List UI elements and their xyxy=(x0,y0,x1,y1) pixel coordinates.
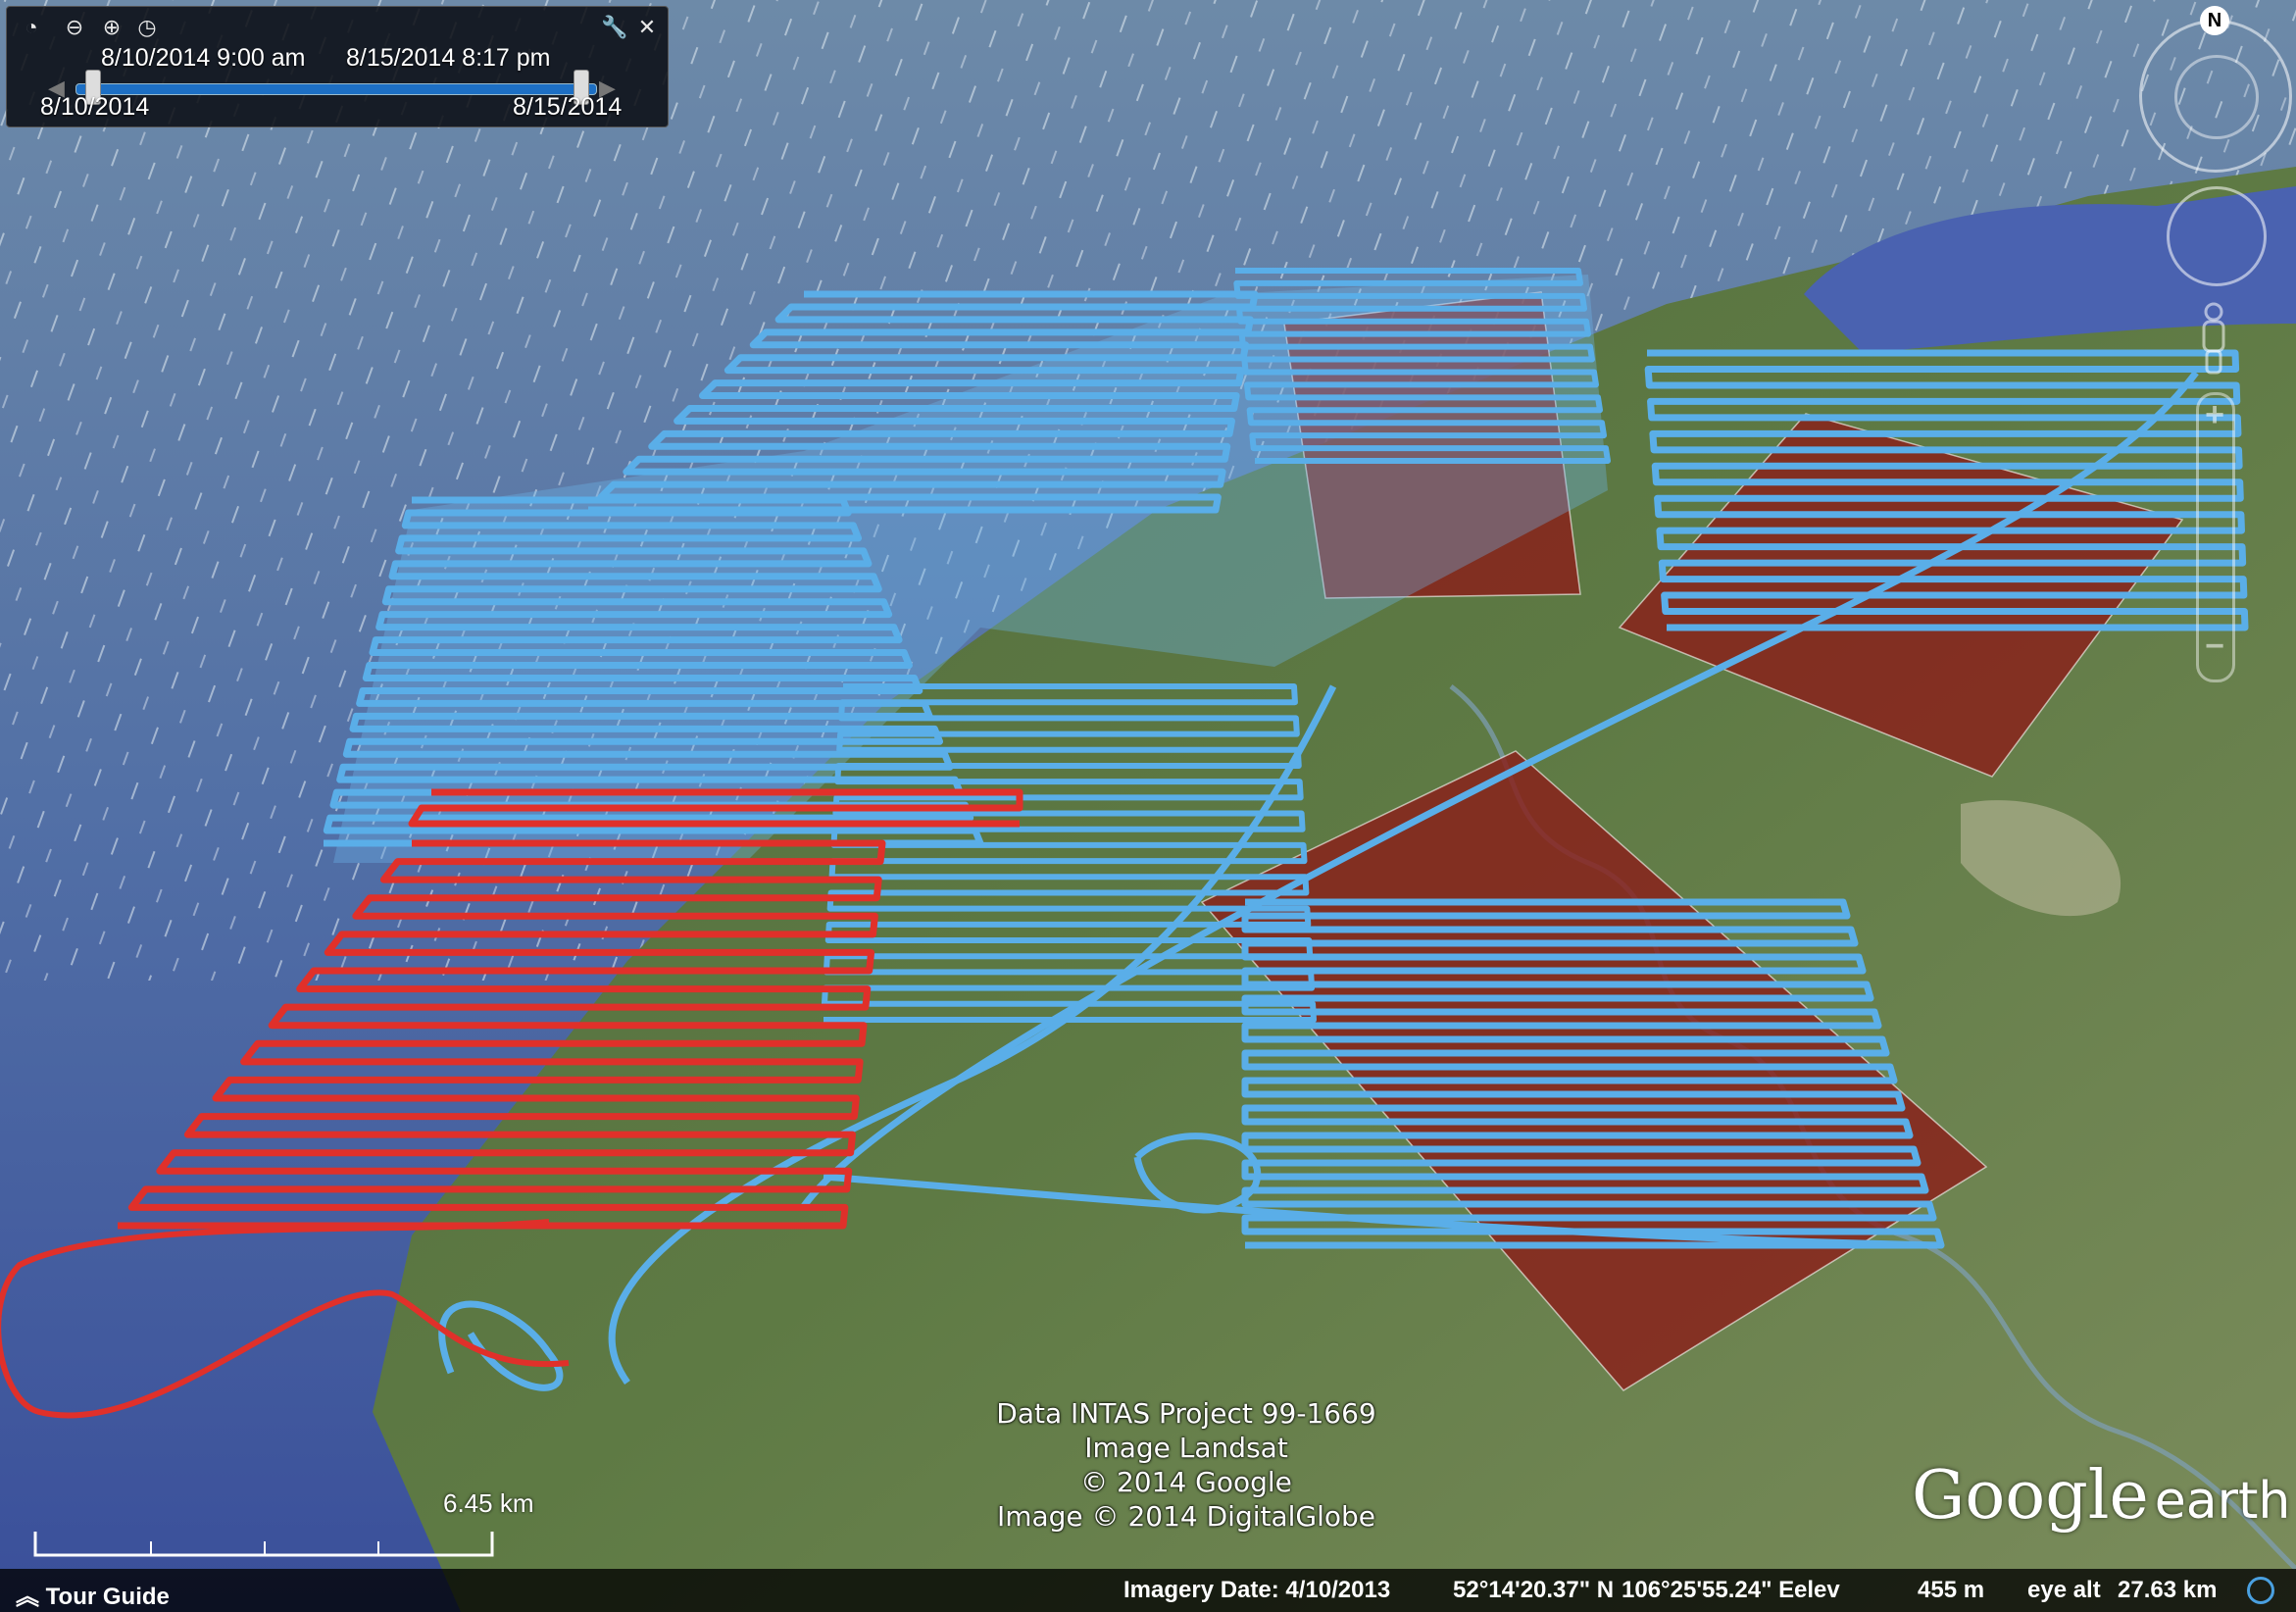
animate-clock-icon[interactable]: ◷ xyxy=(134,15,160,40)
streaming-indicator-icon xyxy=(2247,1577,2274,1604)
eye-alt-label: eye alt xyxy=(2027,1577,2101,1603)
zoom-in-icon[interactable]: ⊕ xyxy=(99,15,125,40)
north-indicator[interactable]: N xyxy=(2200,6,2229,35)
street-view-pegman-icon[interactable] xyxy=(2196,302,2231,377)
end-datetime: 8/15/2014 8:17 pm xyxy=(346,44,551,72)
close-icon[interactable]: ✕ xyxy=(634,15,660,40)
logo-earth: earth xyxy=(2154,1472,2291,1531)
zoom-out-icon[interactable]: ⊖ xyxy=(62,15,87,40)
imagery-attribution: Data INTAS Project 99-1669 Image Landsat… xyxy=(882,1396,1490,1534)
zoom-in-plus-icon[interactable]: + xyxy=(2202,396,2227,434)
scale-label: 6.45 km xyxy=(443,1488,534,1518)
move-joystick[interactable] xyxy=(2167,186,2267,286)
elevation-label: elev xyxy=(1794,1577,1840,1603)
status-bar: ︽ Tour Guide Imagery Date: 4/10/2013 52°… xyxy=(0,1569,2296,1612)
latitude-readout: 52°14'20.37" N xyxy=(1453,1577,1615,1603)
chevron-up-icon: ︽ xyxy=(16,1584,39,1610)
range-start-date: 8/10/2014 xyxy=(40,93,150,121)
start-datetime: 8/10/2014 9:00 am xyxy=(101,44,306,72)
attribution-line: Image Landsat xyxy=(1084,1432,1288,1464)
tour-guide-label: Tour Guide xyxy=(45,1584,170,1610)
earth-viewport[interactable] xyxy=(0,0,2296,1612)
zoom-out-minus-icon[interactable]: − xyxy=(2202,628,2227,666)
tour-guide-button[interactable]: ︽ Tour Guide xyxy=(16,1577,170,1611)
logo-google: Google xyxy=(1912,1457,2149,1535)
attribution-line: Image © 2014 DigitalGlobe xyxy=(996,1500,1376,1533)
clock-icon[interactable]: ◔ xyxy=(19,15,44,40)
elevation-value: 455 m xyxy=(1918,1577,1985,1603)
map-canvas[interactable] xyxy=(0,0,2296,1612)
attribution-line: © 2014 Google xyxy=(1080,1466,1292,1498)
longitude-readout: 106°25'55.24" E xyxy=(1622,1577,1795,1603)
wrench-icon[interactable]: 🔧 xyxy=(601,15,627,40)
range-end-date: 8/15/2014 xyxy=(513,93,623,121)
time-slider-panel[interactable]: ◔ ⊖ ⊕ ◷ 🔧 ✕ 8/10/2014 9:00 am 8/15/2014 … xyxy=(6,6,669,127)
scale-bar xyxy=(33,1532,494,1557)
imagery-date: Imagery Date: 4/10/2013 xyxy=(1123,1577,1391,1603)
look-around-icon[interactable] xyxy=(2174,55,2259,139)
eye-alt-value: 27.63 km xyxy=(2118,1577,2218,1603)
attribution-line: Data INTAS Project 99-1669 xyxy=(996,1397,1376,1430)
google-earth-logo: Google earth xyxy=(1912,1457,2290,1535)
